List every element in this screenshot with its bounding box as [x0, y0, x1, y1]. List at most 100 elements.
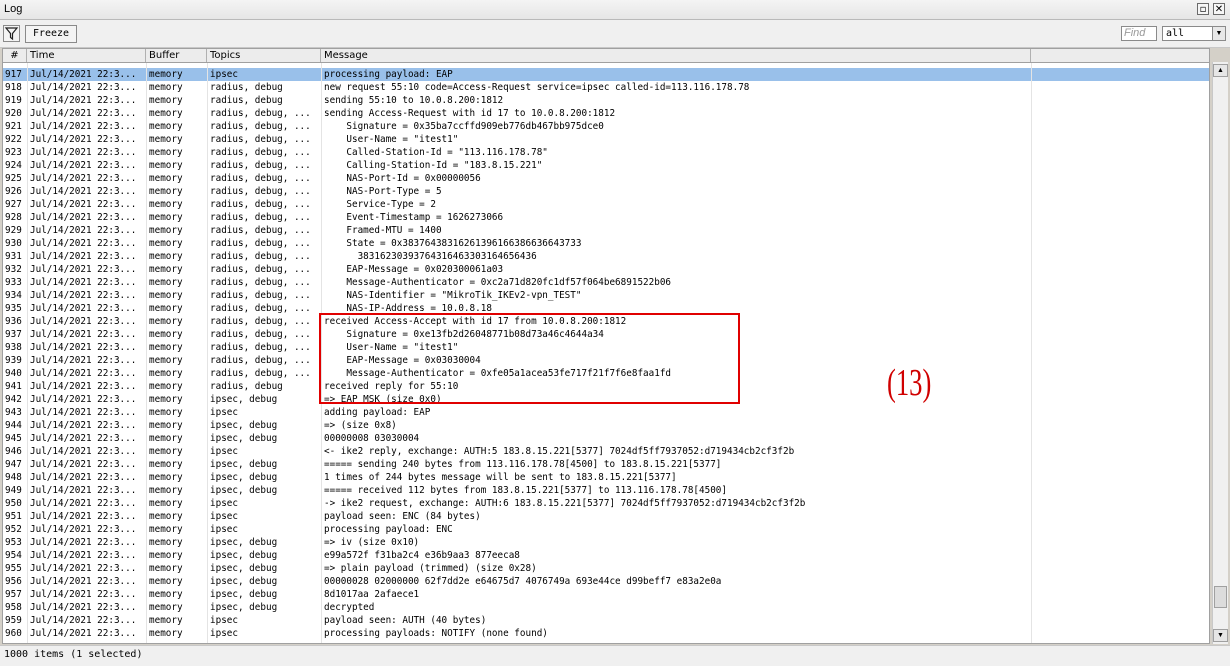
row-message: 8d1017aa 2afaece1	[324, 589, 420, 600]
table-row[interactable]: 957 Jul/14/2021 22:3... memory ipsec, debug…	[3, 588, 1209, 601]
table-row[interactable]: 959 Jul/14/2021 22:3... memory ipsec payload…	[3, 614, 1209, 627]
table-row[interactable]: 930 Jul/14/2021 22:3... memory radius, debu…	[3, 237, 1209, 250]
row-topics: radius, debug, ...	[210, 251, 311, 262]
row-buffer: memory	[149, 238, 183, 249]
scroll-up-icon[interactable]: ▲	[1213, 64, 1228, 77]
table-row[interactable]: 955 Jul/14/2021 22:3... memory ipsec, debug…	[3, 562, 1209, 575]
row-message: ===== sending 240 bytes from 113.116.178…	[324, 459, 722, 470]
row-number: 934	[5, 290, 22, 301]
table-row[interactable]: 931 Jul/14/2021 22:3... memory radius, debu…	[3, 250, 1209, 263]
row-topics: radius, debug, ...	[210, 316, 311, 327]
table-row[interactable]: 934 Jul/14/2021 22:3... memory radius, debu…	[3, 289, 1209, 302]
row-message: 38316230393764316463303164656436	[324, 251, 537, 262]
table-row[interactable]: 954 Jul/14/2021 22:3... memory ipsec, debug…	[3, 549, 1209, 562]
col-message[interactable]: Message	[321, 49, 1031, 62]
table-row[interactable]: 944 Jul/14/2021 22:3... memory ipsec, debug…	[3, 419, 1209, 432]
row-message: decrypted	[324, 602, 375, 613]
row-buffer: memory	[149, 498, 183, 509]
table-row[interactable]: 917 Jul/14/2021 22:3... memory ipsec process…	[3, 68, 1209, 81]
close-icon[interactable]: ✕	[1213, 3, 1225, 15]
row-topics: radius, debug, ...	[210, 277, 311, 288]
row-number: 935	[5, 303, 22, 314]
table-row[interactable]: 953 Jul/14/2021 22:3... memory ipsec, debug…	[3, 536, 1209, 549]
row-message: NAS-Port-Type = 5	[324, 186, 442, 197]
row-time: Jul/14/2021 22:3...	[30, 524, 137, 535]
row-time: Jul/14/2021 22:3...	[30, 69, 137, 80]
col-topics[interactable]: Topics	[207, 49, 321, 62]
row-number: 939	[5, 355, 22, 366]
table-row[interactable]: 948 Jul/14/2021 22:3... memory ipsec, debug…	[3, 471, 1209, 484]
table-row[interactable]: 943 Jul/14/2021 22:3... memory ipsec adding …	[3, 406, 1209, 419]
table-row[interactable]: 947 Jul/14/2021 22:3... memory ipsec, debug…	[3, 458, 1209, 471]
restore-icon[interactable]: ▫	[1197, 3, 1209, 15]
row-topics: ipsec	[210, 407, 238, 418]
table-row[interactable]: 919 Jul/14/2021 22:3... memory radius, debu…	[3, 94, 1209, 107]
row-topics: radius, debug, ...	[210, 134, 311, 145]
row-number: 936	[5, 316, 22, 327]
row-topics: radius, debug, ...	[210, 342, 311, 353]
row-message: Called-Station-Id = "113.116.178.78"	[324, 147, 548, 158]
row-time: Jul/14/2021 22:3...	[30, 472, 137, 483]
col-buffer[interactable]: Buffer	[146, 49, 207, 62]
table-row[interactable]: 918 Jul/14/2021 22:3... memory radius, debu…	[3, 81, 1209, 94]
table-row[interactable]: 951 Jul/14/2021 22:3... memory ipsec payload…	[3, 510, 1209, 523]
table-row[interactable]: 929 Jul/14/2021 22:3... memory radius, debu…	[3, 224, 1209, 237]
filter-button[interactable]	[3, 25, 20, 42]
table-row[interactable]: 928 Jul/14/2021 22:3... memory radius, debu…	[3, 211, 1209, 224]
row-time: Jul/14/2021 22:3...	[30, 420, 137, 431]
row-number: 953	[5, 537, 22, 548]
col-num[interactable]: #	[3, 49, 27, 62]
chevron-down-icon[interactable]: ▼	[1212, 27, 1225, 40]
row-time: Jul/14/2021 22:3...	[30, 485, 137, 496]
row-number: 944	[5, 420, 22, 431]
col-time[interactable]: Time	[27, 49, 146, 62]
row-number: 955	[5, 563, 22, 574]
table-row[interactable]: 923 Jul/14/2021 22:3... memory radius, debu…	[3, 146, 1209, 159]
table-row[interactable]: 925 Jul/14/2021 22:3... memory radius, debu…	[3, 172, 1209, 185]
row-buffer: memory	[149, 394, 183, 405]
row-time: Jul/14/2021 22:3...	[30, 329, 137, 340]
status-bar: 1000 items (1 selected)	[0, 645, 1230, 666]
table-row[interactable]: 932 Jul/14/2021 22:3... memory radius, debu…	[3, 263, 1209, 276]
scroll-down-icon[interactable]: ▼	[1213, 629, 1228, 642]
row-time: Jul/14/2021 22:3...	[30, 316, 137, 327]
row-message: => iv (size 0x10)	[324, 537, 420, 548]
table-row[interactable]: 920 Jul/14/2021 22:3... memory radius, debu…	[3, 107, 1209, 120]
table-row[interactable]: 922 Jul/14/2021 22:3... memory radius, debu…	[3, 133, 1209, 146]
row-time: Jul/14/2021 22:3...	[30, 277, 137, 288]
table-row[interactable]: 956 Jul/14/2021 22:3... memory ipsec, debug…	[3, 575, 1209, 588]
table-row[interactable]: 949 Jul/14/2021 22:3... memory ipsec, debug…	[3, 484, 1209, 497]
table-row[interactable]: 945 Jul/14/2021 22:3... memory ipsec, debug…	[3, 432, 1209, 445]
row-buffer: memory	[149, 95, 183, 106]
row-time: Jul/14/2021 22:3...	[30, 134, 137, 145]
row-message: new request 55:10 code=Access-Request se…	[324, 82, 750, 93]
table-row[interactable]: 952 Jul/14/2021 22:3... memory ipsec process…	[3, 523, 1209, 536]
table-row[interactable]: 950 Jul/14/2021 22:3... memory ipsec -> ike2…	[3, 497, 1209, 510]
freeze-button[interactable]: Freeze	[25, 25, 77, 43]
table-row[interactable]: 958 Jul/14/2021 22:3... memory ipsec, debug…	[3, 601, 1209, 614]
table-row[interactable]: 960 Jul/14/2021 22:3... memory ipsec process…	[3, 627, 1209, 640]
row-number: 942	[5, 394, 22, 405]
table-row[interactable]: 927 Jul/14/2021 22:3... memory radius, debu…	[3, 198, 1209, 211]
filter-icon	[4, 27, 19, 41]
row-topics: radius, debug, ...	[210, 355, 311, 366]
row-number: 932	[5, 264, 22, 275]
find-input[interactable]: Find	[1121, 26, 1157, 41]
topic-select[interactable]: all ▼	[1162, 26, 1226, 41]
table-row[interactable]: 926 Jul/14/2021 22:3... memory radius, debu…	[3, 185, 1209, 198]
row-buffer: memory	[149, 108, 183, 119]
table-row[interactable]: 924 Jul/14/2021 22:3... memory radius, debu…	[3, 159, 1209, 172]
row-topics: radius, debug, ...	[210, 173, 311, 184]
row-time: Jul/14/2021 22:3...	[30, 563, 137, 574]
vertical-scrollbar[interactable]: ▲ ▼	[1212, 62, 1228, 644]
row-number: 921	[5, 121, 22, 132]
scroll-thumb[interactable]	[1214, 586, 1227, 608]
row-time: Jul/14/2021 22:3...	[30, 368, 137, 379]
table-row[interactable]: 921 Jul/14/2021 22:3... memory radius, debu…	[3, 120, 1209, 133]
table-row[interactable]: 933 Jul/14/2021 22:3... memory radius, debu…	[3, 276, 1209, 289]
row-message: Framed-MTU = 1400	[324, 225, 442, 236]
row-number: 947	[5, 459, 22, 470]
row-buffer: memory	[149, 485, 183, 496]
row-number: 924	[5, 160, 22, 171]
table-row[interactable]: 946 Jul/14/2021 22:3... memory ipsec <- ike2…	[3, 445, 1209, 458]
